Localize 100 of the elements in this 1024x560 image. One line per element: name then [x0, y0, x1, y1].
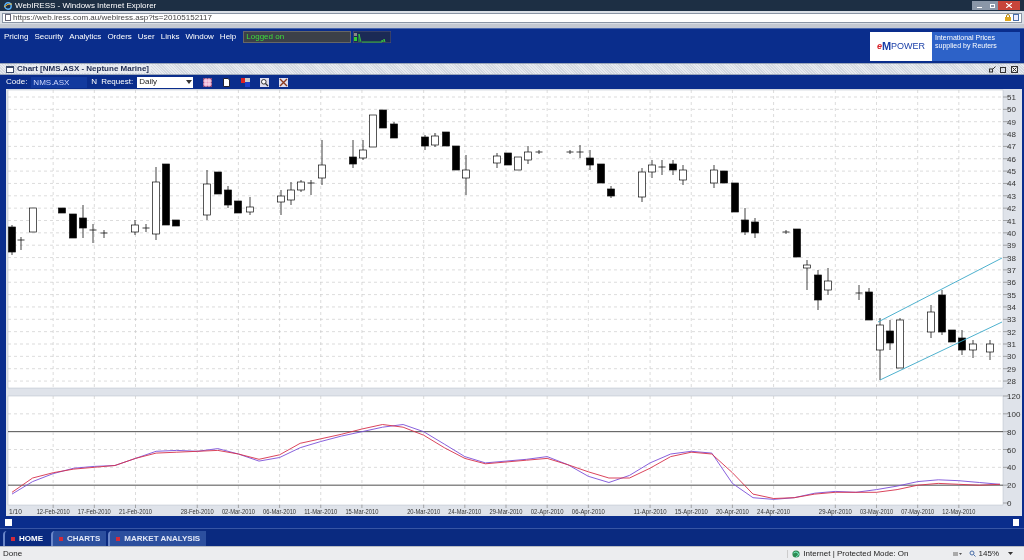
minimize-button[interactable]	[972, 1, 986, 10]
axis-label: 28	[1007, 377, 1016, 387]
maximize-icon[interactable]	[1000, 65, 1007, 73]
candlestick	[172, 219, 180, 227]
axis-label: 42	[1007, 204, 1016, 214]
candlestick	[421, 134, 429, 151]
menu-item[interactable]: Window	[185, 33, 214, 41]
candlestick	[597, 163, 605, 184]
window-icon	[6, 65, 14, 73]
caret-icon[interactable]	[1008, 552, 1013, 555]
candlestick	[379, 109, 387, 129]
axis-label: 30	[1007, 352, 1016, 362]
axis-label: 120	[1007, 392, 1021, 401]
candlestick	[638, 167, 646, 203]
n-label: N	[91, 78, 98, 86]
lock-icon	[1005, 14, 1011, 21]
candlestick	[297, 179, 305, 193]
candlestick	[741, 207, 749, 236]
candlestick	[607, 185, 615, 199]
axis-label: 47	[1007, 142, 1016, 152]
axis-label: 60	[1007, 445, 1016, 455]
candlestick	[814, 269, 822, 311]
status-field: Logged on	[243, 31, 352, 43]
candlestick	[731, 182, 739, 213]
menu-item[interactable]: Help	[219, 33, 237, 41]
candlestick	[442, 131, 450, 147]
resize-handle[interactable]	[1013, 518, 1019, 526]
axis-label: 48	[1007, 130, 1016, 140]
candlestick	[855, 284, 863, 301]
candlestick	[246, 196, 254, 216]
axis-label: 40	[1007, 228, 1016, 238]
address-field[interactable]: https://web.iress.com.au/webiress.asp?ts=20105152117	[2, 12, 1022, 23]
window-title: WebIRESS - Windows Internet Explorer	[15, 1, 157, 10]
axis-label: 51	[1007, 93, 1016, 102]
tools-icon[interactable]	[279, 77, 289, 87]
request-dropdown[interactable]: Daily	[137, 76, 194, 88]
activity-graph-icon	[353, 31, 392, 43]
axis-label: 40	[1007, 463, 1016, 473]
axis-label: 50	[1007, 105, 1016, 115]
resize-handle[interactable]	[5, 518, 12, 526]
candlestick	[876, 317, 884, 381]
candlestick	[100, 229, 108, 239]
axis-label: 34	[1007, 302, 1016, 312]
axis-label: 45	[1007, 167, 1016, 177]
candlestick	[349, 139, 357, 169]
candlestick	[452, 145, 460, 171]
tab[interactable]: CHARTS	[51, 531, 107, 546]
menu-item[interactable]: Analytics	[69, 33, 102, 41]
candlestick	[307, 179, 315, 196]
candlestick	[566, 149, 574, 155]
page-icon[interactable]	[1013, 14, 1019, 21]
menu-item[interactable]: Orders	[107, 33, 132, 41]
candlestick	[514, 156, 522, 171]
candlestick	[958, 329, 966, 356]
candlestick	[948, 329, 956, 343]
candlestick	[214, 171, 222, 195]
zoom-level[interactable]: 145%	[978, 549, 999, 558]
menu-item[interactable]: Links	[160, 33, 180, 41]
document-icon[interactable]	[222, 77, 232, 87]
axis-label: 37	[1007, 265, 1016, 275]
candlestick	[793, 228, 801, 258]
candlestick	[224, 185, 232, 209]
candlestick	[576, 144, 584, 159]
request-label: Request:	[101, 78, 134, 86]
close-icon[interactable]	[1011, 65, 1018, 73]
axis-label: 41	[1007, 216, 1016, 226]
candlestick	[535, 149, 543, 155]
maximize-icon	[989, 3, 995, 8]
axis-label: 39	[1007, 241, 1016, 251]
candlestick	[493, 152, 501, 169]
restore-icon[interactable]	[989, 65, 996, 73]
candlestick	[803, 259, 811, 291]
security-zone-text: Internet | Protected Mode: On	[803, 549, 909, 558]
close-button[interactable]	[998, 1, 1020, 10]
candlestick	[431, 132, 439, 148]
magnifier-icon	[968, 550, 976, 557]
candlestick	[79, 204, 87, 239]
code-label: Code:	[6, 78, 28, 86]
candlestick	[462, 154, 470, 196]
candlestick	[927, 304, 935, 339]
tab[interactable]: MARKET ANALYSIS	[108, 531, 207, 546]
candlestick	[318, 139, 326, 186]
axis-label: 43	[1007, 191, 1016, 201]
candlestick	[89, 223, 97, 244]
grid-icon[interactable]	[203, 77, 213, 87]
candlestick	[720, 170, 728, 184]
maximize-button[interactable]	[986, 1, 998, 10]
candlestick	[58, 207, 66, 214]
candlestick	[234, 200, 242, 214]
menu-item[interactable]: Security	[34, 33, 64, 41]
menu-item[interactable]: User	[137, 33, 155, 41]
menu-item[interactable]: Pricing	[4, 33, 29, 41]
minimize-icon	[976, 7, 982, 8]
globe-icon	[792, 549, 801, 558]
code-field[interactable]: NMS.ASX	[31, 76, 88, 88]
axis-label: 20	[1007, 481, 1016, 491]
magnifier-icon[interactable]	[260, 77, 270, 87]
candlestick	[751, 217, 759, 239]
squares-icon[interactable]	[241, 77, 251, 87]
candlestick	[969, 339, 977, 359]
